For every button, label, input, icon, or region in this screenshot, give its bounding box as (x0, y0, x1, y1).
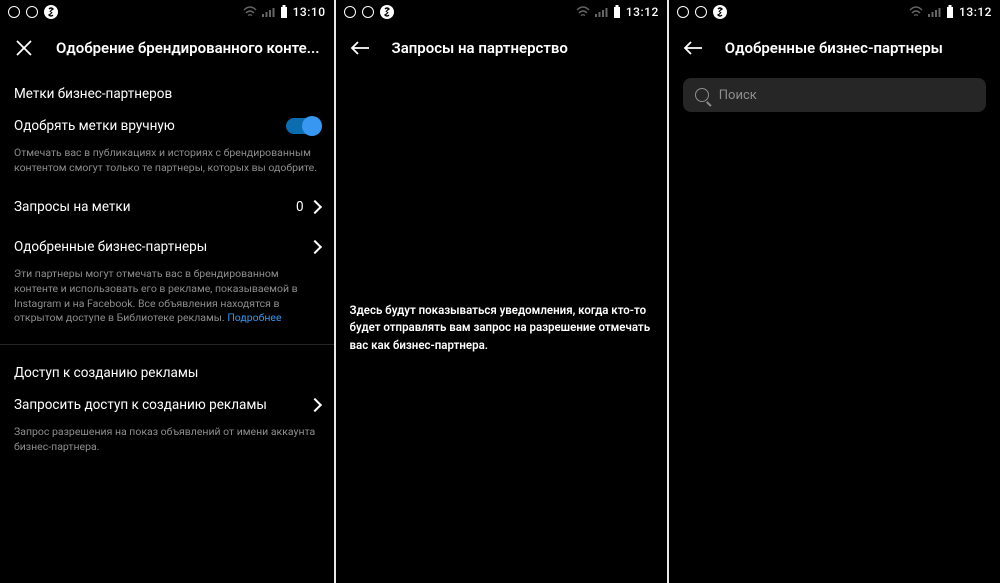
circle-icon (8, 6, 20, 18)
row-tag-requests[interactable]: Запросы на метки 0 (0, 187, 334, 227)
header: Одобренные бизнес-партнеры (669, 24, 1000, 72)
header: Запросы на партнерство (336, 24, 667, 72)
circle-icon (695, 6, 707, 18)
toggle-description: Отмечать вас в публикациях и историях с … (0, 146, 334, 187)
toggle-row-manual-approve[interactable]: Одобрять метки вручную (0, 106, 334, 146)
circle-icon (344, 6, 356, 18)
status-time: 13:12 (959, 5, 992, 19)
circle-icon (677, 6, 689, 18)
row-approved-partners[interactable]: Одобренные бизнес-партнеры (0, 227, 334, 267)
empty-state-text: Здесь будут показываться уведомления, ко… (336, 302, 667, 354)
circle-icon (26, 6, 38, 18)
wifi-icon (576, 6, 590, 18)
status-bar: 13:10 (0, 0, 334, 24)
screen-partnership-requests: 13:12 Запросы на партнерство Здесь будут… (336, 0, 667, 583)
chevron-right-icon (307, 240, 321, 254)
section-title: Доступ к созданию рекламы (0, 351, 334, 385)
chevron-right-icon (307, 398, 321, 412)
search-placeholder: Поиск (719, 88, 757, 103)
row-request-ad-access[interactable]: Запросить доступ к созданию рекламы (0, 385, 334, 425)
toggle-label: Одобрять метки вручную (14, 118, 175, 134)
row-label: Запросы на метки (14, 199, 130, 215)
circle-icon (362, 6, 374, 18)
status-time: 13:10 (293, 5, 326, 19)
page-title: Запросы на партнерство (392, 39, 653, 57)
close-icon[interactable] (14, 38, 34, 58)
screen-approved-partners: 13:12 Одобренные бизнес-партнеры Поиск (669, 0, 1000, 583)
chevron-right-icon (307, 200, 321, 214)
signal-icon (261, 6, 275, 18)
shazam-icon (44, 5, 58, 19)
row-label: Запросить доступ к созданию рекламы (14, 397, 267, 413)
battery-icon (612, 5, 622, 19)
row-label: Одобренные бизнес-партнеры (14, 239, 207, 255)
content: Здесь будут показываться уведомления, ко… (336, 72, 667, 583)
battery-icon (279, 5, 289, 19)
requests-count: 0 (296, 199, 304, 215)
content: Поиск (669, 72, 1000, 583)
toggle-switch[interactable] (286, 118, 320, 134)
status-bar: 13:12 (669, 0, 1000, 24)
back-icon[interactable] (683, 38, 703, 58)
status-bar: 13:12 (336, 0, 667, 24)
header: Одобрение брендированного конте... (0, 24, 334, 72)
page-title: Одобренные бизнес-партнеры (725, 39, 986, 57)
battery-icon (945, 5, 955, 19)
shazam-icon (713, 5, 727, 19)
wifi-icon (909, 6, 923, 18)
learn-more-link[interactable]: Подробнее (227, 311, 281, 324)
divider (0, 344, 334, 345)
section-title: Метки бизнес-партнеров (0, 72, 334, 106)
request-access-description: Запрос разрешения на показ объявлений от… (0, 425, 334, 466)
approved-description: Эти партнеры могут отмечать вас в бренди… (0, 267, 334, 338)
wifi-icon (243, 6, 257, 18)
shazam-icon (380, 5, 394, 19)
content: Метки бизнес-партнеров Одобрять метки вр… (0, 72, 334, 583)
search-icon (695, 88, 709, 102)
status-time: 13:12 (626, 5, 659, 19)
signal-icon (594, 6, 608, 18)
signal-icon (927, 6, 941, 18)
screen-branded-content-approval: 13:10 Одобрение брендированного конте...… (0, 0, 334, 583)
search-input[interactable]: Поиск (683, 78, 986, 112)
back-icon[interactable] (350, 38, 370, 58)
page-title: Одобрение брендированного конте... (56, 39, 320, 57)
